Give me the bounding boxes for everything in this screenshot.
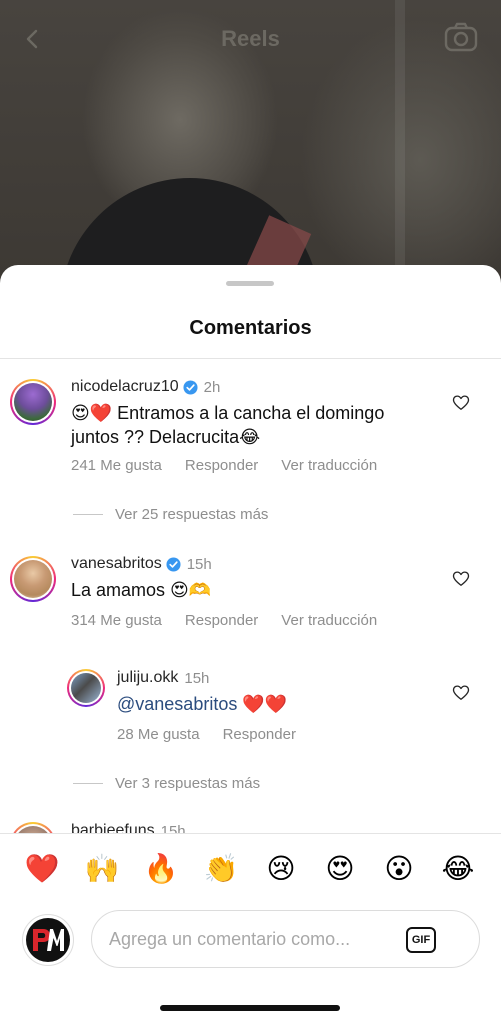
reply-emoji: ❤️❤️ (242, 694, 288, 714)
verified-badge-icon (183, 379, 198, 395)
avatar[interactable] (67, 669, 105, 707)
comment-time: 15h (184, 669, 210, 687)
comment-text: La amamos 😍🫶 (71, 580, 212, 600)
comment-actions: 241 Me gusta Responder Ver traducción (71, 457, 400, 474)
comment-header: juliju.okk 15h (117, 669, 209, 687)
like-heart-icon[interactable] (452, 394, 470, 411)
reply-button[interactable]: Responder (185, 457, 258, 474)
more-replies-label: Ver 25 respuestas más (115, 506, 269, 523)
replies-line (73, 514, 103, 515)
reply-button[interactable]: Responder (223, 726, 296, 743)
more-replies-label: Ver 3 respuestas más (115, 775, 261, 792)
home-indicator (160, 1005, 340, 1011)
emoji-surprised-button[interactable]: 😮 (381, 851, 417, 887)
emoji-laughing-button[interactable]: 😂 (440, 851, 476, 887)
comment-actions: 28 Me gusta Responder (117, 726, 319, 743)
comment-text: 😍❤️ Entramos a la cancha el domingo junt… (71, 403, 385, 447)
comments-sheet: Comentarios nicodelacruz10 2h 😍❤️ Entram… (0, 265, 501, 1024)
like-count[interactable]: 314 Me gusta (71, 612, 162, 629)
comment-time: 2h (203, 378, 221, 396)
translate-button[interactable]: Ver traducción (281, 457, 377, 474)
reply-button[interactable]: Responder (185, 612, 258, 629)
reel-video-background: Reels (0, 0, 501, 300)
verified-badge-icon (166, 556, 181, 572)
user-logo-icon (33, 929, 64, 951)
drag-handle[interactable] (226, 281, 274, 286)
comment-username[interactable]: nicodelacruz10 (71, 378, 179, 396)
comment-username[interactable]: juliju.okk (117, 669, 178, 687)
like-count[interactable]: 241 Me gusta (71, 457, 162, 474)
comment-header: vanesabritos 15h (71, 555, 212, 573)
comment-input[interactable]: Agrega un comentario como... GIF (91, 910, 480, 968)
comment-placeholder: Agrega un comentario como... (109, 929, 351, 949)
reels-title: Reels (221, 26, 280, 51)
avatar[interactable] (10, 556, 56, 602)
emoji-heart-eyes-button[interactable]: 😍 (322, 851, 358, 887)
current-user-avatar (22, 914, 74, 966)
reel-header: Reels (0, 18, 501, 62)
mention-link[interactable]: @vanesabritos (117, 694, 237, 714)
camera-icon[interactable] (444, 22, 478, 52)
view-more-replies[interactable]: Ver 3 respuestas más (73, 775, 260, 792)
comment-time: 15h (186, 555, 212, 573)
emoji-quick-bar: ❤️ 🙌 🔥 👏 😢 😍 😮 😂 (0, 851, 501, 887)
comment-header: nicodelacruz10 2h (71, 378, 220, 396)
divider (0, 358, 501, 359)
emoji-crying-button[interactable]: 😢 (263, 851, 299, 887)
emoji-heart-button[interactable]: ❤️ (24, 851, 60, 887)
emoji-fire-button[interactable]: 🔥 (143, 851, 179, 887)
view-more-replies[interactable]: Ver 25 respuestas más (73, 506, 268, 523)
translate-button[interactable]: Ver traducción (281, 612, 377, 629)
avatar[interactable] (10, 379, 56, 425)
gif-button[interactable]: GIF (406, 927, 436, 953)
comment-username[interactable]: vanesabritos (71, 555, 162, 573)
comment-text: @vanesabritos ❤️❤️ (117, 692, 417, 716)
replies-line (73, 783, 103, 784)
like-heart-icon[interactable] (452, 570, 470, 587)
comment-actions: 314 Me gusta Responder Ver traducción (71, 612, 400, 629)
like-heart-icon[interactable] (452, 684, 470, 701)
emoji-raised-hands-button[interactable]: 🙌 (84, 851, 120, 887)
divider (0, 833, 501, 834)
emoji-clap-button[interactable]: 👏 (203, 851, 239, 887)
like-count[interactable]: 28 Me gusta (117, 726, 200, 743)
sheet-title: Comentarios (189, 317, 312, 339)
